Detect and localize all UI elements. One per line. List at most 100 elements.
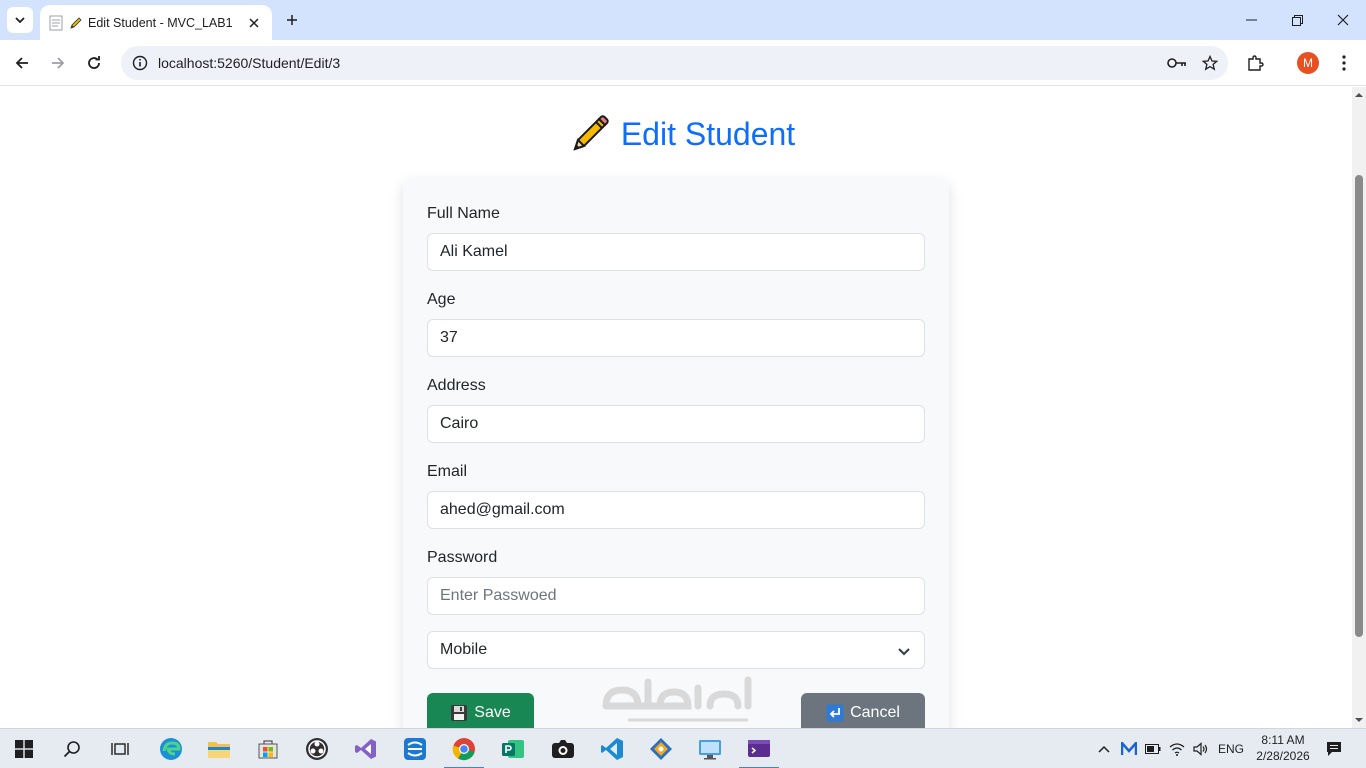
browser-menu-icon[interactable] — [1329, 48, 1359, 78]
page-title-text: Edit Student — [620, 115, 796, 152]
taskbar-app-vscode[interactable] — [588, 729, 636, 768]
windows-logo-icon — [15, 740, 33, 758]
return-arrow-icon — [826, 704, 844, 722]
search-icon — [63, 741, 80, 758]
age-label: Age — [427, 291, 456, 308]
scrollbar-thumb[interactable] — [1355, 175, 1363, 637]
new-tab-button[interactable] — [280, 8, 304, 32]
close-icon — [1337, 14, 1349, 26]
taskbar-app-file-explorer[interactable] — [195, 729, 243, 768]
minimize-button[interactable] — [1228, 0, 1274, 40]
page-scrollbar[interactable] — [1352, 87, 1366, 728]
terminal-icon — [748, 740, 770, 757]
chevron-down-icon — [15, 17, 25, 24]
taskbar-app-remote-desktop[interactable] — [686, 729, 734, 768]
input-language-indicator[interactable]: ENG — [1214, 729, 1248, 768]
browser-tab-strip: Edit Student - MVC_LAB1 — [0, 0, 1366, 40]
publisher-icon — [502, 740, 524, 758]
cancel-button-label: Cancel — [850, 704, 900, 721]
tab-close-icon[interactable] — [246, 15, 262, 31]
speaker-icon — [1193, 742, 1208, 756]
bookmark-star-icon[interactable] — [1195, 48, 1225, 78]
taskbar-app-publisher[interactable] — [489, 729, 537, 768]
taskbar-app-terminal[interactable] — [735, 729, 783, 768]
taskbar-app-store[interactable] — [244, 729, 292, 768]
address-input[interactable] — [427, 405, 925, 443]
m-logo-icon — [1121, 742, 1137, 755]
windows-taskbar: ENG 8:11 AM 2/28/2026 — [0, 728, 1366, 768]
tab-title: Edit Student - MVC_LAB1 — [88, 15, 233, 30]
password-label: Password — [427, 549, 498, 566]
notification-icon — [1327, 742, 1341, 756]
edit-student-form: Full Name Age Address Email Password Mob… — [403, 179, 949, 728]
taskbar-app-tool[interactable] — [391, 729, 439, 768]
restore-icon — [1291, 14, 1303, 26]
task-view-icon — [111, 743, 129, 755]
chrome-icon — [452, 738, 475, 761]
visual-studio-icon — [355, 739, 376, 759]
network-indicator[interactable] — [1166, 729, 1188, 768]
page-viewport: Edit Student Full Name Age Address Email… — [0, 87, 1352, 728]
taskbar-app-obs[interactable] — [293, 729, 341, 768]
language-text: ENG — [1217, 742, 1244, 756]
page-favicon-icon — [48, 15, 64, 31]
clock-time: 8:11 AM — [1261, 733, 1305, 747]
watermark-logo — [602, 676, 752, 722]
tray-app-icon[interactable] — [1118, 729, 1140, 768]
password-input[interactable] — [427, 577, 925, 615]
url-text: localhost:5260/Student/Edit/3 — [158, 55, 341, 71]
chevron-up-icon — [1098, 745, 1110, 753]
arrow-right-icon — [52, 57, 65, 69]
site-info-icon[interactable] — [124, 47, 156, 79]
department-select[interactable]: Mobile — [427, 631, 925, 669]
email-input[interactable] — [427, 491, 925, 529]
save-button-label: Save — [474, 704, 511, 721]
scroll-down-icon[interactable] — [1355, 716, 1363, 724]
reload-icon — [88, 56, 100, 69]
battery-indicator[interactable] — [1142, 729, 1164, 768]
start-button[interactable] — [0, 729, 48, 768]
browser-toolbar: localhost:5260/Student/Edit/3 M — [0, 40, 1366, 86]
notifications-button[interactable] — [1320, 729, 1348, 768]
scroll-up-icon[interactable] — [1355, 91, 1363, 99]
taskbar-clock[interactable]: 8:11 AM 2/28/2026 — [1248, 732, 1318, 764]
full-name-input[interactable] — [427, 233, 925, 271]
cancel-button[interactable]: Cancel — [801, 693, 925, 728]
arrow-left-icon — [15, 57, 28, 69]
chevron-down-icon — [898, 648, 910, 656]
page-title: Edit Student — [0, 115, 1352, 153]
forward-button[interactable] — [44, 49, 72, 77]
full-name-label: Full Name — [427, 205, 500, 222]
taskbar-app-visual-studio[interactable] — [342, 729, 390, 768]
pencil-icon — [68, 15, 84, 31]
clock-date: 2/28/2026 — [1256, 749, 1310, 763]
extensions-puzzle-icon[interactable] — [1240, 48, 1270, 78]
edge-icon — [160, 738, 182, 760]
battery-icon — [1145, 744, 1161, 754]
tab-search-button[interactable] — [7, 7, 33, 33]
show-hidden-icons-button[interactable] — [1094, 729, 1114, 768]
store-icon — [258, 740, 278, 759]
close-window-button[interactable] — [1320, 0, 1366, 40]
taskbar-app-chrome[interactable] — [440, 729, 488, 768]
search-button[interactable] — [48, 729, 96, 768]
taskbar-app-sourcetree[interactable] — [637, 729, 685, 768]
taskbar-app-camera[interactable] — [539, 729, 587, 768]
email-label: Email — [427, 463, 468, 480]
password-key-icon[interactable] — [1162, 48, 1192, 78]
pencil-icon — [571, 115, 609, 153]
browser-tab[interactable]: Edit Student - MVC_LAB1 — [40, 5, 272, 40]
taskbar-app-edge[interactable] — [147, 729, 195, 768]
back-button[interactable] — [8, 49, 36, 77]
task-view-button[interactable] — [96, 729, 144, 768]
save-button[interactable]: Save — [427, 693, 534, 728]
age-input[interactable] — [427, 319, 925, 357]
profile-avatar[interactable]: M — [1297, 52, 1319, 74]
diamond-app-icon — [650, 738, 672, 760]
address-bar[interactable]: localhost:5260/Student/Edit/3 — [121, 46, 1228, 80]
floppy-disk-icon — [450, 704, 468, 722]
folder-icon — [208, 742, 230, 758]
restore-button[interactable] — [1274, 0, 1320, 40]
reload-button[interactable] — [80, 49, 108, 77]
volume-indicator[interactable] — [1190, 729, 1212, 768]
